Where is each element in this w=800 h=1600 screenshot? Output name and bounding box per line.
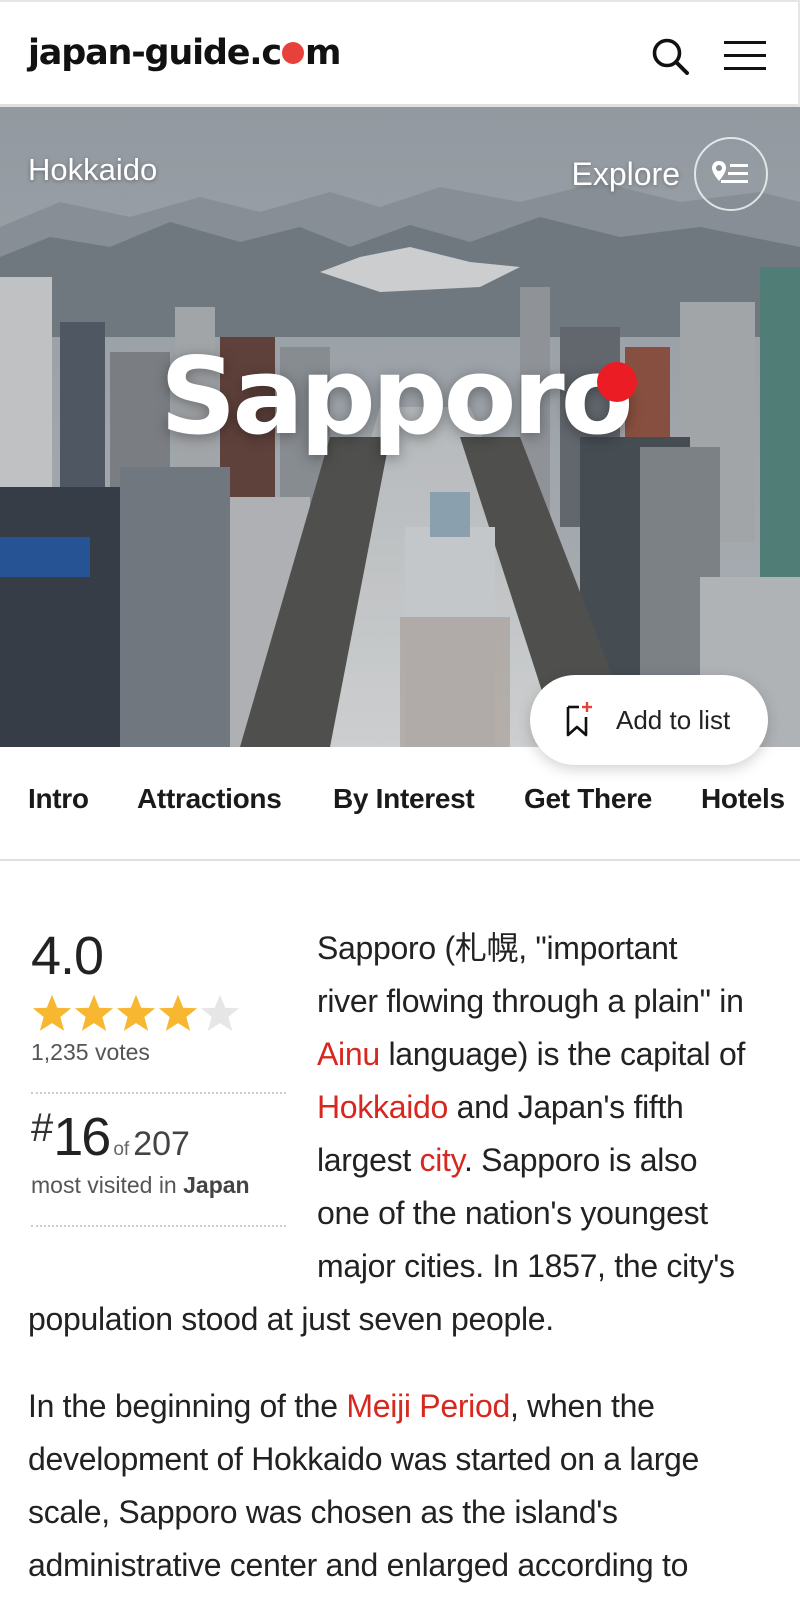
- link-meiji-period[interactable]: Meiji Period: [346, 1388, 510, 1424]
- title-red-dot: [597, 362, 637, 402]
- intro-line: administrative center and enlarged accor…: [28, 1547, 689, 1583]
- intro-line: Sapporo (札幌, "important: [317, 930, 678, 966]
- intro-line: Ainu language) is the capital of: [317, 1028, 745, 1081]
- rank-of: of: [113, 1139, 130, 1160]
- link-ainu[interactable]: Ainu: [317, 1036, 380, 1072]
- bookmark-plus-icon: [566, 702, 592, 737]
- intro-line: one of the nation's youngest: [317, 1195, 708, 1231]
- intro-line: major cities. In 1857, the city's: [317, 1248, 735, 1284]
- vote-count: 1,235 votes: [31, 1039, 150, 1065]
- rating-score: 4.0: [31, 926, 104, 986]
- tab-get-there[interactable]: Get There: [524, 783, 652, 815]
- star-icon: [32, 994, 72, 1031]
- intro-text-span: largest: [317, 1142, 420, 1178]
- rank-total: 207: [133, 1125, 190, 1163]
- intro-line: In the beginning of the Meiji Period, wh…: [28, 1380, 655, 1433]
- link-city[interactable]: city: [420, 1142, 465, 1178]
- search-icon: [652, 38, 689, 75]
- divider: [31, 1225, 286, 1227]
- intro-line: river flowing through a plain" in: [317, 983, 744, 1019]
- rank-hash: #: [31, 1106, 54, 1150]
- rank-subtitle: most visited in Japan: [31, 1172, 286, 1199]
- hero-banner: Hokkaido Explore Sapporo: [0, 107, 800, 747]
- rank-subtitle-text: most visited in: [31, 1172, 177, 1198]
- intro-text-span: . Sapporo is also: [463, 1142, 698, 1178]
- site-header: japan-guide.c m: [0, 0, 800, 107]
- tab-attractions[interactable]: Attractions: [137, 783, 282, 815]
- page-title: Sapporo: [160, 335, 634, 458]
- hamburger-menu-icon: [724, 41, 766, 70]
- divider: [31, 1092, 286, 1094]
- intro-text-span: In the beginning of the: [28, 1388, 347, 1424]
- explore-label: Explore: [571, 155, 681, 192]
- add-to-list-button[interactable]: Add to list: [530, 675, 768, 765]
- map-pin-list-icon: [712, 161, 748, 183]
- star-empty-icon: [200, 994, 240, 1031]
- star-icon: [158, 994, 198, 1031]
- star-rating: [31, 993, 286, 1033]
- intro-text-span: language) is the capital of: [379, 1036, 746, 1072]
- tab-by-interest[interactable]: By Interest: [333, 783, 475, 815]
- rating-panel: 4.0 1,235 votes #16 of 207 most visited in…: [31, 925, 286, 1227]
- site-logo[interactable]: japan-guide.c m: [28, 32, 341, 74]
- explore-circle: [694, 137, 768, 211]
- intro-text-span: , when the: [509, 1388, 655, 1424]
- link-hokkaido[interactable]: Hokkaido: [317, 1089, 448, 1125]
- intro-line: population stood at just seven people.: [28, 1301, 554, 1337]
- logo-red-dot: [281, 42, 304, 64]
- search-button[interactable]: [650, 36, 692, 78]
- tab-hotels[interactable]: Hotels: [701, 783, 785, 815]
- rank-country[interactable]: Japan: [183, 1172, 249, 1198]
- star-icon: [74, 994, 114, 1031]
- intro-line: largest city. Sapporo is also: [317, 1134, 698, 1187]
- logo-text-prefix: japan-guide.c: [28, 33, 282, 73]
- rank-position: 16: [53, 1107, 111, 1167]
- star-icon: [116, 994, 156, 1031]
- intro-text-span: and Japan's fifth: [448, 1089, 684, 1125]
- tab-intro[interactable]: Intro: [28, 783, 89, 815]
- popularity-rank: #16 of 207: [31, 1106, 286, 1168]
- logo-text-suffix: m: [304, 33, 341, 73]
- menu-button[interactable]: [722, 39, 768, 73]
- intro-line: Hokkaido and Japan's fifth: [317, 1081, 684, 1134]
- intro-line: scale, Sapporo was chosen as the island'…: [28, 1494, 618, 1530]
- breadcrumb-region[interactable]: Hokkaido: [28, 152, 157, 188]
- add-to-list-label: Add to list: [616, 704, 731, 735]
- intro-line: development of Hokkaido was started on a…: [28, 1441, 700, 1477]
- explore-button[interactable]: Explore: [571, 137, 768, 211]
